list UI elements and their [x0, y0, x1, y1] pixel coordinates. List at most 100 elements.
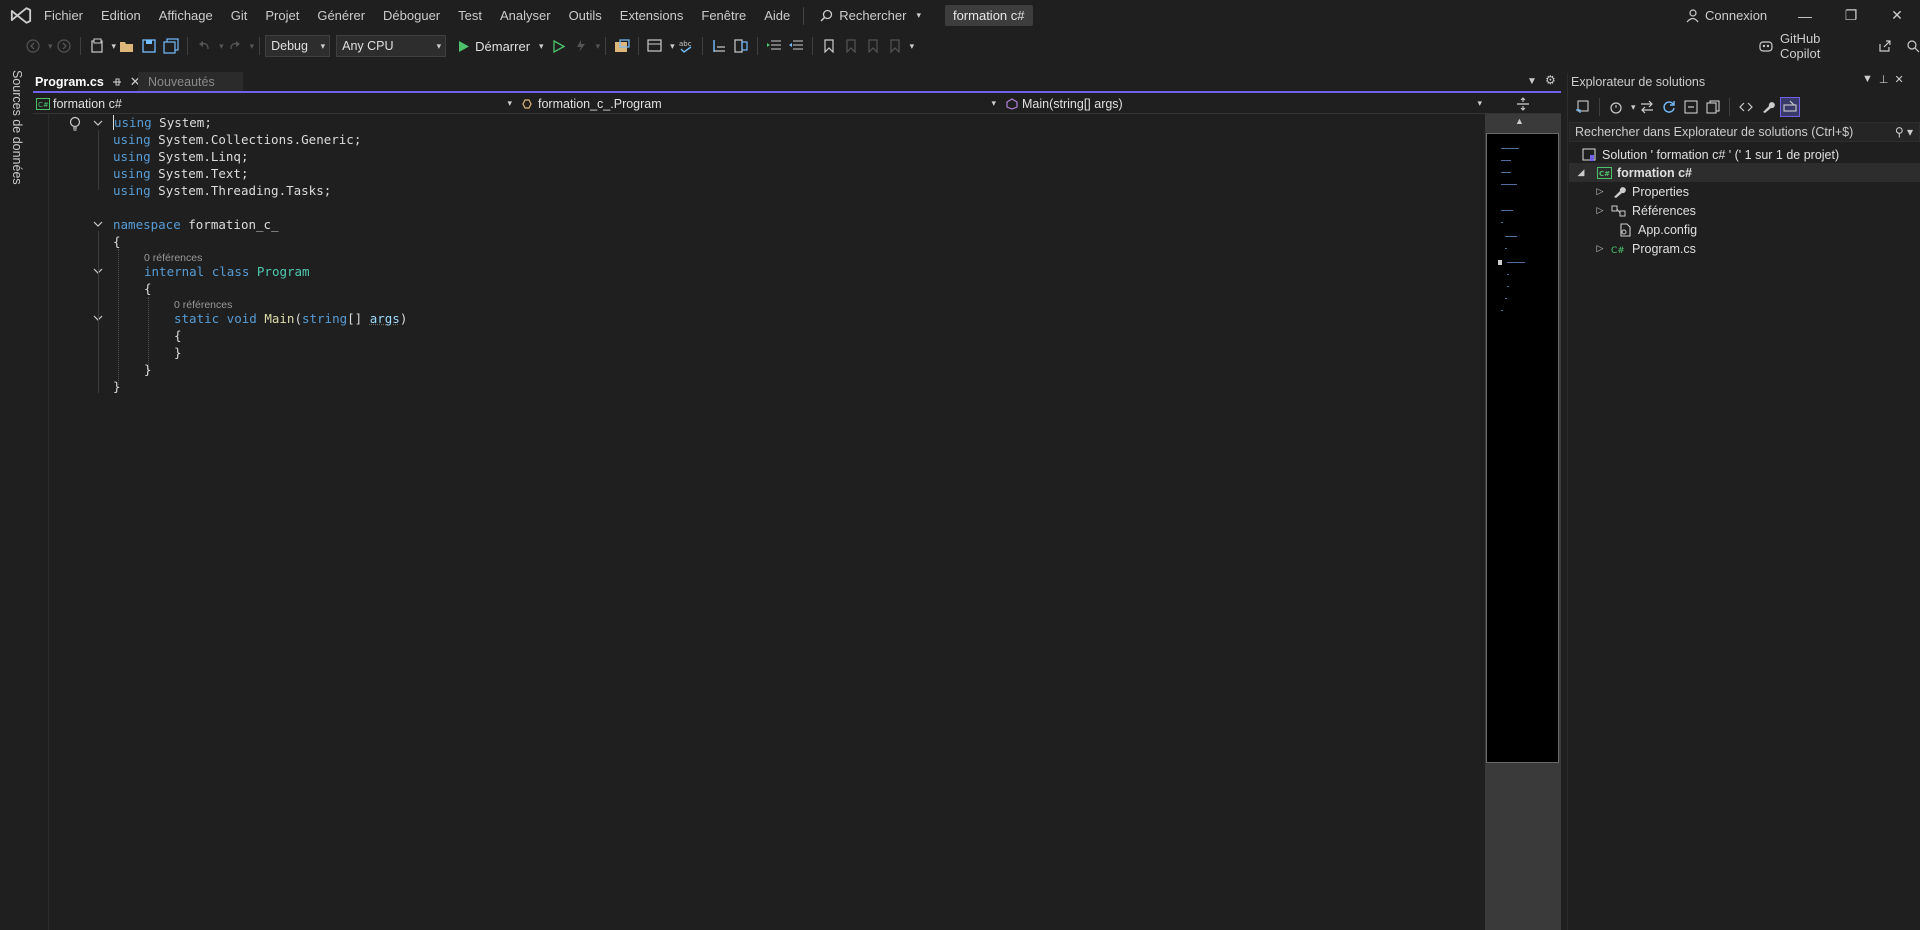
- fold-region-line: [98, 130, 99, 190]
- open-folder-icon[interactable]: [117, 36, 137, 56]
- next-bookmark-icon[interactable]: [863, 36, 883, 56]
- tree-item-solution[interactable]: Solution ' formation c# ' (' 1 sur 1 de …: [1569, 145, 1920, 164]
- clear-bookmarks-icon[interactable]: [885, 36, 905, 56]
- menu-git[interactable]: Git: [222, 0, 257, 31]
- preview-selected-items-icon[interactable]: [1779, 97, 1800, 117]
- menu-fenetre[interactable]: Fenêtre: [692, 0, 755, 31]
- chevron-down-icon[interactable]: ▾: [250, 41, 255, 52]
- solution-explorer-search-input[interactable]: Rechercher dans Explorateur de solutions…: [1569, 122, 1920, 142]
- step-into-icon[interactable]: [709, 36, 729, 56]
- view-code-icon[interactable]: [1736, 97, 1756, 117]
- code-line: }: [144, 362, 152, 377]
- save-icon[interactable]: [139, 36, 159, 56]
- minimap-line: [1501, 184, 1517, 185]
- new-project-icon[interactable]: [87, 36, 107, 56]
- code-minimap[interactable]: [1486, 133, 1559, 763]
- collapsed-arrow-icon[interactable]: ▷: [1595, 186, 1605, 197]
- scroll-up-icon[interactable]: ▲: [1515, 116, 1524, 126]
- chevron-down-icon[interactable]: ▾: [596, 41, 601, 52]
- spell-check-icon[interactable]: abc: [676, 36, 696, 56]
- collapse-chevron-icon[interactable]: [92, 117, 104, 129]
- pending-changes-filter-icon[interactable]: [1606, 97, 1626, 117]
- code-line: static void Main(string[] args): [174, 311, 408, 326]
- connexion-button[interactable]: Connexion: [1685, 0, 1767, 31]
- menu-projet[interactable]: Projet: [256, 0, 308, 31]
- hot-reload-icon[interactable]: [571, 36, 591, 56]
- layout-icon[interactable]: [645, 36, 665, 56]
- sync-with-document-icon[interactable]: [1637, 97, 1657, 117]
- navigate-back-icon[interactable]: [23, 36, 43, 56]
- minimize-icon[interactable]: —: [1782, 0, 1828, 31]
- tree-item-properties[interactable]: ▷ Properties: [1569, 182, 1920, 201]
- tree-item-program-cs[interactable]: ▷ C# Program.cs: [1569, 239, 1920, 258]
- start-without-debugging-icon[interactable]: [549, 36, 569, 56]
- menu-test[interactable]: Test: [449, 0, 491, 31]
- menu-aide[interactable]: Aide: [755, 0, 799, 31]
- data-sources-tab[interactable]: Sources de données: [10, 70, 24, 185]
- toolbar-overflow-icon[interactable]: ▾: [910, 41, 915, 52]
- restore-icon[interactable]: ❐: [1828, 0, 1874, 31]
- properties-wrench-icon[interactable]: [1758, 97, 1778, 117]
- expanded-arrow-icon[interactable]: ◢: [1576, 167, 1586, 178]
- menu-fichier[interactable]: Fichier: [35, 0, 92, 31]
- switch-views-icon[interactable]: [1573, 97, 1593, 117]
- chevron-down-icon[interactable]: ▾: [670, 41, 675, 52]
- tree-item-references[interactable]: ▷ Références: [1569, 201, 1920, 220]
- navigate-forward-icon[interactable]: [54, 36, 74, 56]
- search-button[interactable]: Rechercher ▾: [810, 0, 931, 31]
- menu-analyser[interactable]: Analyser: [491, 0, 560, 31]
- share-icon[interactable]: [1878, 39, 1892, 53]
- menu-extensions[interactable]: Extensions: [611, 0, 693, 31]
- previous-bookmark-icon[interactable]: [841, 36, 861, 56]
- close-icon[interactable]: ✕: [1874, 0, 1920, 31]
- platform-select[interactable]: Any CPU ▾: [336, 35, 447, 57]
- menu-outils[interactable]: Outils: [560, 0, 611, 31]
- tab-program-cs[interactable]: Program.cs ✕: [33, 72, 145, 92]
- split-editor-icon[interactable]: [1485, 93, 1561, 114]
- collapse-all-icon[interactable]: [1681, 97, 1701, 117]
- format-document-icon[interactable]: [731, 36, 751, 56]
- feedback-icon[interactable]: [1906, 39, 1920, 53]
- menu-edition[interactable]: Edition: [92, 0, 150, 31]
- chevron-down-icon: ▾: [539, 40, 544, 51]
- menu-deboguer[interactable]: Déboguer: [374, 0, 449, 31]
- configuration-select[interactable]: Debug ▾: [265, 35, 331, 57]
- tree-item-app-config[interactable]: App.config: [1569, 220, 1920, 239]
- chevron-down-icon[interactable]: ▾: [48, 41, 53, 52]
- collapsed-arrow-icon[interactable]: ▷: [1595, 243, 1605, 254]
- pin-icon[interactable]: ⊥: [1879, 73, 1889, 86]
- browser-link-icon[interactable]: [612, 36, 632, 56]
- start-debug-button[interactable]: Démarrer ▾: [454, 39, 547, 54]
- collapse-chevron-icon[interactable]: [92, 218, 104, 230]
- chevron-down-icon[interactable]: ▾: [112, 41, 117, 52]
- tree-item-project[interactable]: ◢ C# formation c#: [1569, 163, 1920, 182]
- search-icon[interactable]: ⚲ ▾: [1895, 125, 1913, 139]
- gear-icon[interactable]: ⚙: [1545, 73, 1556, 87]
- type-dropdown[interactable]: formation_c_.Program ▾: [518, 94, 998, 113]
- redo-icon[interactable]: [225, 36, 245, 56]
- code-editor[interactable]: [33, 114, 1485, 930]
- menu-affichage[interactable]: Affichage: [150, 0, 222, 31]
- indent-icon[interactable]: [764, 36, 784, 56]
- window-position-chevron-icon[interactable]: ▼: [1862, 73, 1873, 86]
- code-line: using System.Text;: [113, 166, 249, 181]
- lightbulb-icon[interactable]: [68, 116, 82, 132]
- close-icon[interactable]: ✕: [1894, 73, 1903, 86]
- outdent-icon[interactable]: [786, 36, 806, 56]
- save-all-icon[interactable]: [161, 36, 181, 56]
- chevron-down-icon[interactable]: ▾: [1631, 102, 1636, 113]
- tab-overflow-chevron-icon[interactable]: ▼: [1527, 76, 1537, 87]
- undo-icon[interactable]: [194, 36, 214, 56]
- show-all-files-icon[interactable]: [1703, 97, 1723, 117]
- visual-studio-logo-icon[interactable]: [10, 6, 32, 25]
- github-copilot-button[interactable]: GitHub Copilot: [1758, 31, 1920, 61]
- chevron-down-icon[interactable]: ▾: [219, 41, 224, 52]
- menu-generer[interactable]: Générer: [308, 0, 374, 31]
- pin-icon[interactable]: [112, 77, 122, 87]
- refresh-icon[interactable]: [1659, 97, 1679, 117]
- tab-nouveautes[interactable]: Nouveautés: [138, 72, 243, 92]
- member-dropdown[interactable]: Main(string[] args) ▾: [1002, 94, 1484, 113]
- collapsed-arrow-icon[interactable]: ▷: [1595, 205, 1605, 216]
- bookmark-icon[interactable]: [819, 36, 839, 56]
- project-dropdown[interactable]: C# formation c# ▾: [33, 94, 514, 113]
